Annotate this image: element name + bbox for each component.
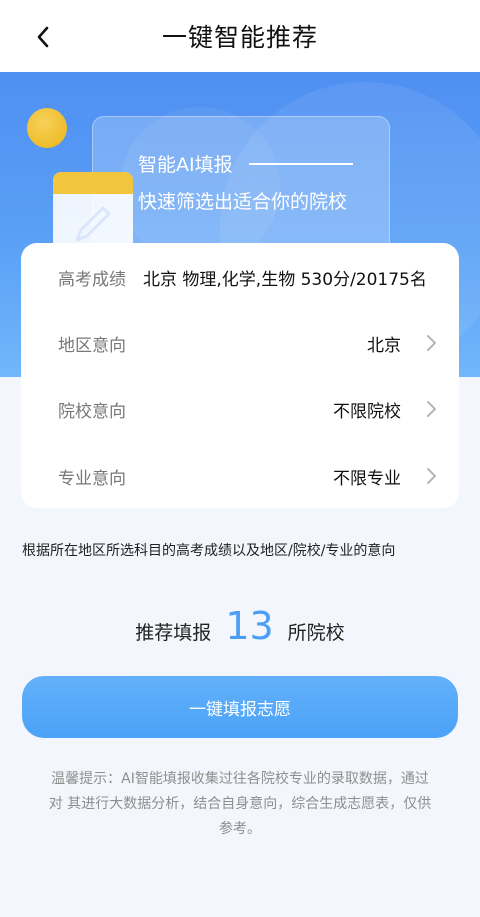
major-value: 不限专业 xyxy=(333,468,401,489)
region-row[interactable]: 地区意向 北京 xyxy=(21,318,459,368)
region-label: 地区意向 xyxy=(58,335,126,356)
page: 一键智能推荐 智能AI填报 快速筛选出适合你的院校 高考成绩 北京 物理,化学,… xyxy=(0,0,480,917)
school-label: 院校意向 xyxy=(58,401,126,422)
school-value: 不限院校 xyxy=(333,401,401,422)
score-row: 高考成绩 北京 物理,化学,生物 530分/20175名 xyxy=(21,252,459,302)
sun-decoration xyxy=(27,108,67,148)
hero-subtitle: 快速筛选出适合你的院校 xyxy=(138,191,348,213)
tip-line: 温馨提示：AI智能填报收集过往各院校专业的录取数据，通过 xyxy=(51,771,429,787)
pencil-icon xyxy=(75,206,111,242)
recommend-suffix: 所院校 xyxy=(287,622,345,644)
major-label: 专业意向 xyxy=(58,468,126,489)
tip-line: 参考。 xyxy=(219,821,261,837)
hero-title-rule xyxy=(248,162,353,165)
info-card: 高考成绩 北京 物理,化学,生物 530分/20175名 地区意向 北京 院校意… xyxy=(21,243,459,508)
chevron-left-icon xyxy=(37,26,49,48)
chevron-right-icon xyxy=(427,468,436,484)
page-title: 一键智能推荐 xyxy=(161,23,318,52)
recommend-prefix: 推荐填报 xyxy=(135,622,212,644)
tip-text: 温馨提示：AI智能填报收集过往各院校专业的录取数据，通过 对 其进行大数据分析，… xyxy=(20,767,460,842)
chevron-right-icon xyxy=(427,401,436,417)
score-label: 高考成绩 xyxy=(58,269,126,290)
description-text: 根据所在地区所选科目的高考成绩以及地区/院校/专业的意向 xyxy=(22,543,396,559)
header-bar: 一键智能推荐 xyxy=(0,0,480,72)
school-row[interactable]: 院校意向 不限院校 xyxy=(21,384,459,434)
major-row[interactable]: 专业意向 不限专业 xyxy=(21,451,459,501)
hero-title-text: 智能AI填报 xyxy=(138,154,233,176)
chevron-right-icon xyxy=(427,335,436,351)
hero-title: 智能AI填报 xyxy=(138,150,353,177)
score-value: 北京 物理,化学,生物 530分/20175名 xyxy=(143,269,427,290)
notebook-icon xyxy=(53,172,133,252)
one-click-fill-button[interactable]: 一键填报志愿 xyxy=(22,676,458,738)
recommend-summary: 推荐填报 13 所院校 xyxy=(0,604,480,654)
back-button[interactable] xyxy=(26,20,60,54)
region-value: 北京 xyxy=(367,335,401,356)
tip-line: 对 其进行大数据分析，结合自身意向，综合生成志愿表，仅供 xyxy=(48,796,432,812)
recommend-count: 13 xyxy=(225,604,274,648)
